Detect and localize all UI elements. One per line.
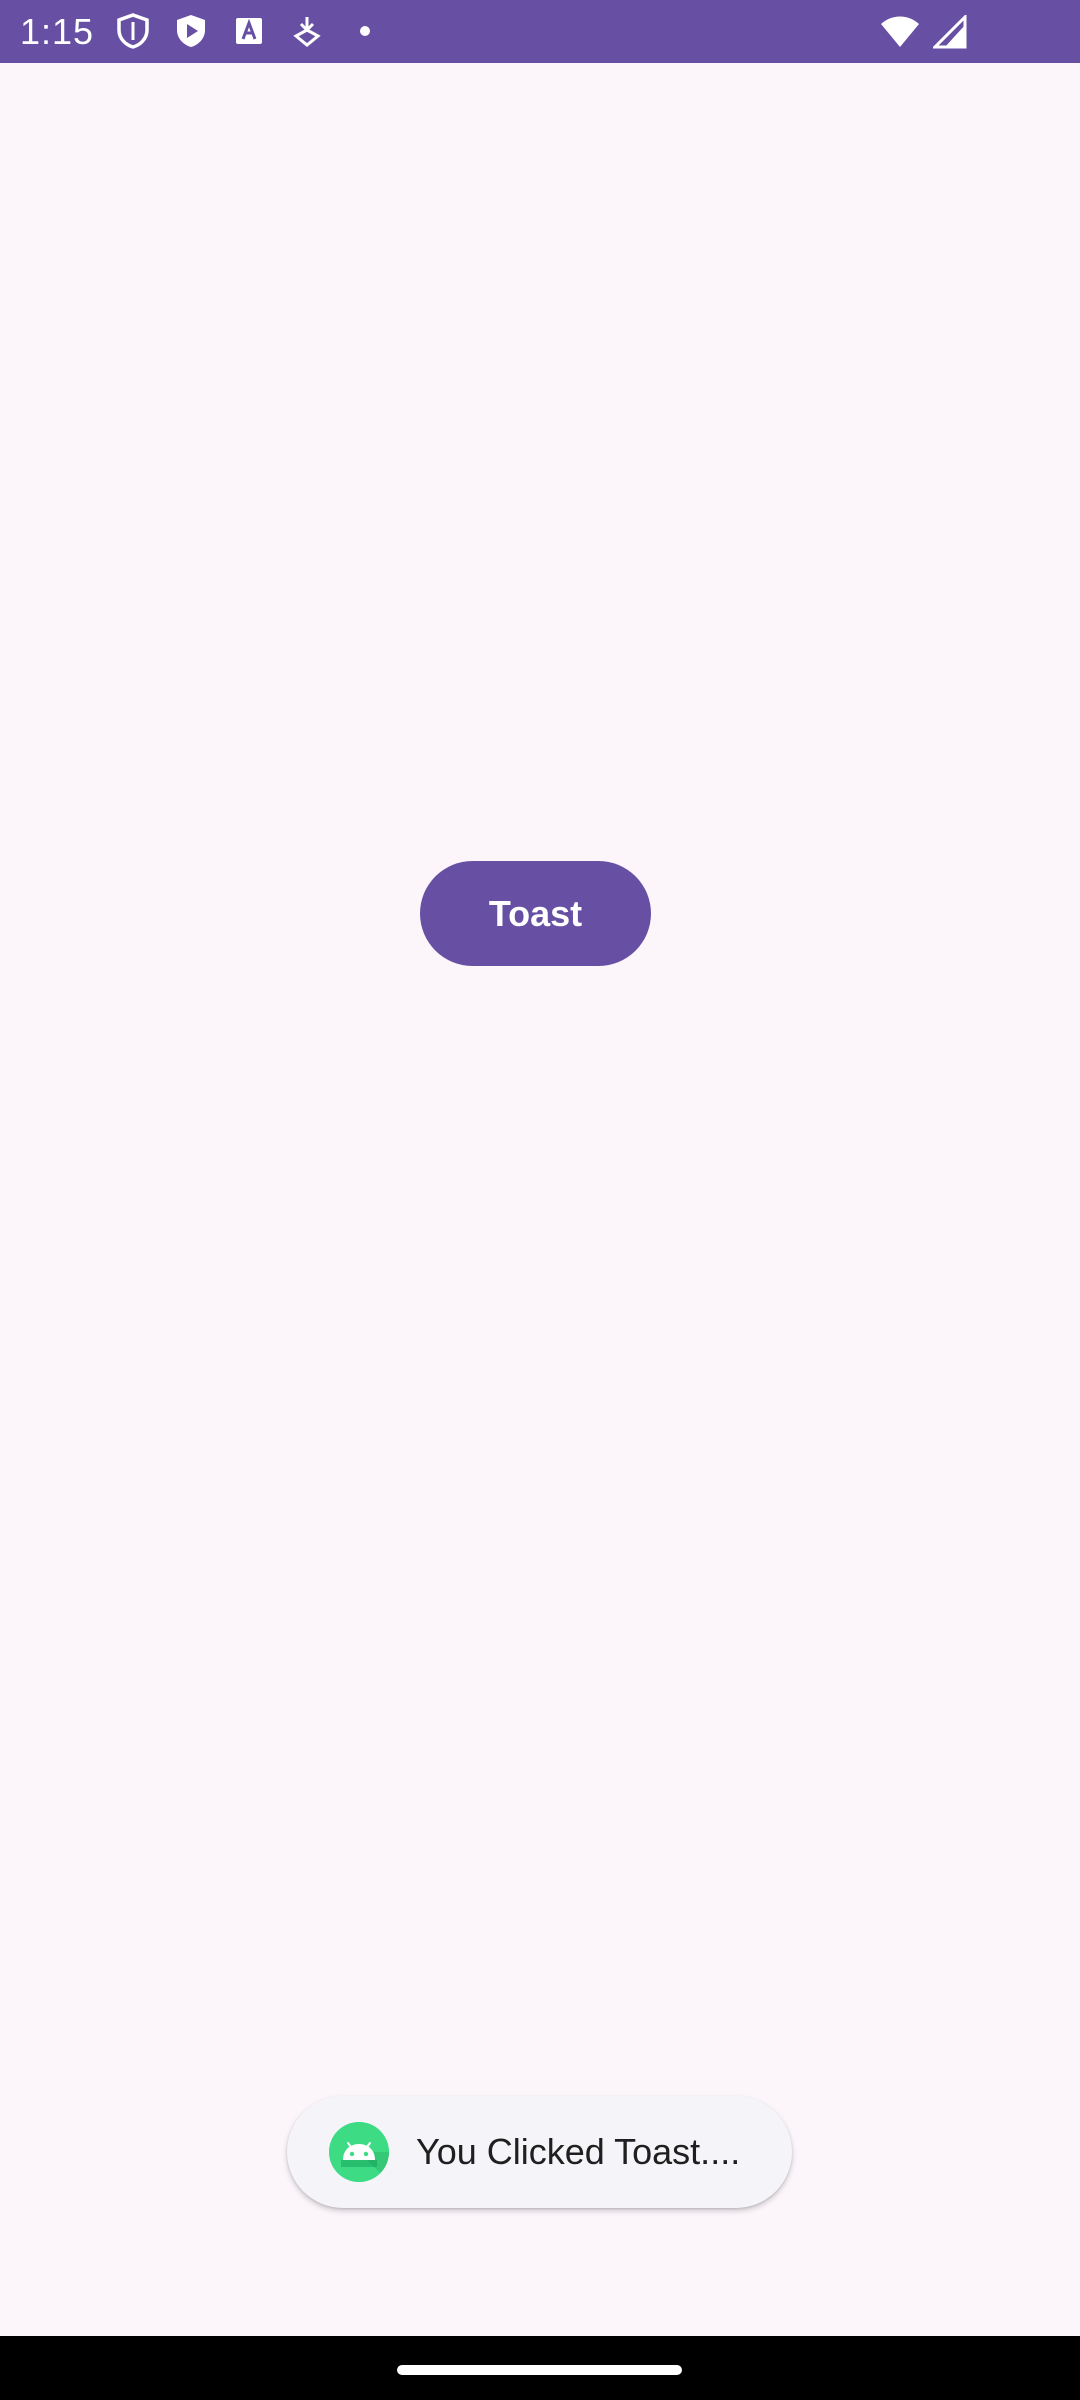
cell-signal-icon xyxy=(930,12,970,52)
android-icon xyxy=(329,2122,389,2182)
toast-message: You Clicked Toast.... xyxy=(287,2096,792,2208)
home-gesture-handle[interactable] xyxy=(397,2365,682,2375)
status-bar: 1:15 xyxy=(0,0,1080,63)
toast-text: You Clicked Toast.... xyxy=(416,2131,741,2172)
download-icon xyxy=(288,12,326,50)
dot-icon xyxy=(346,12,384,50)
wifi-icon xyxy=(880,12,920,52)
status-icons-left xyxy=(114,12,404,50)
status-icons-right xyxy=(870,12,970,52)
shield-icon xyxy=(114,12,152,50)
navigation-bar xyxy=(0,2336,1080,2400)
font-a-icon xyxy=(230,12,268,50)
status-time: 1:15 xyxy=(20,11,95,52)
shield-play-icon xyxy=(172,12,210,50)
toast-button[interactable]: Toast xyxy=(420,861,651,966)
